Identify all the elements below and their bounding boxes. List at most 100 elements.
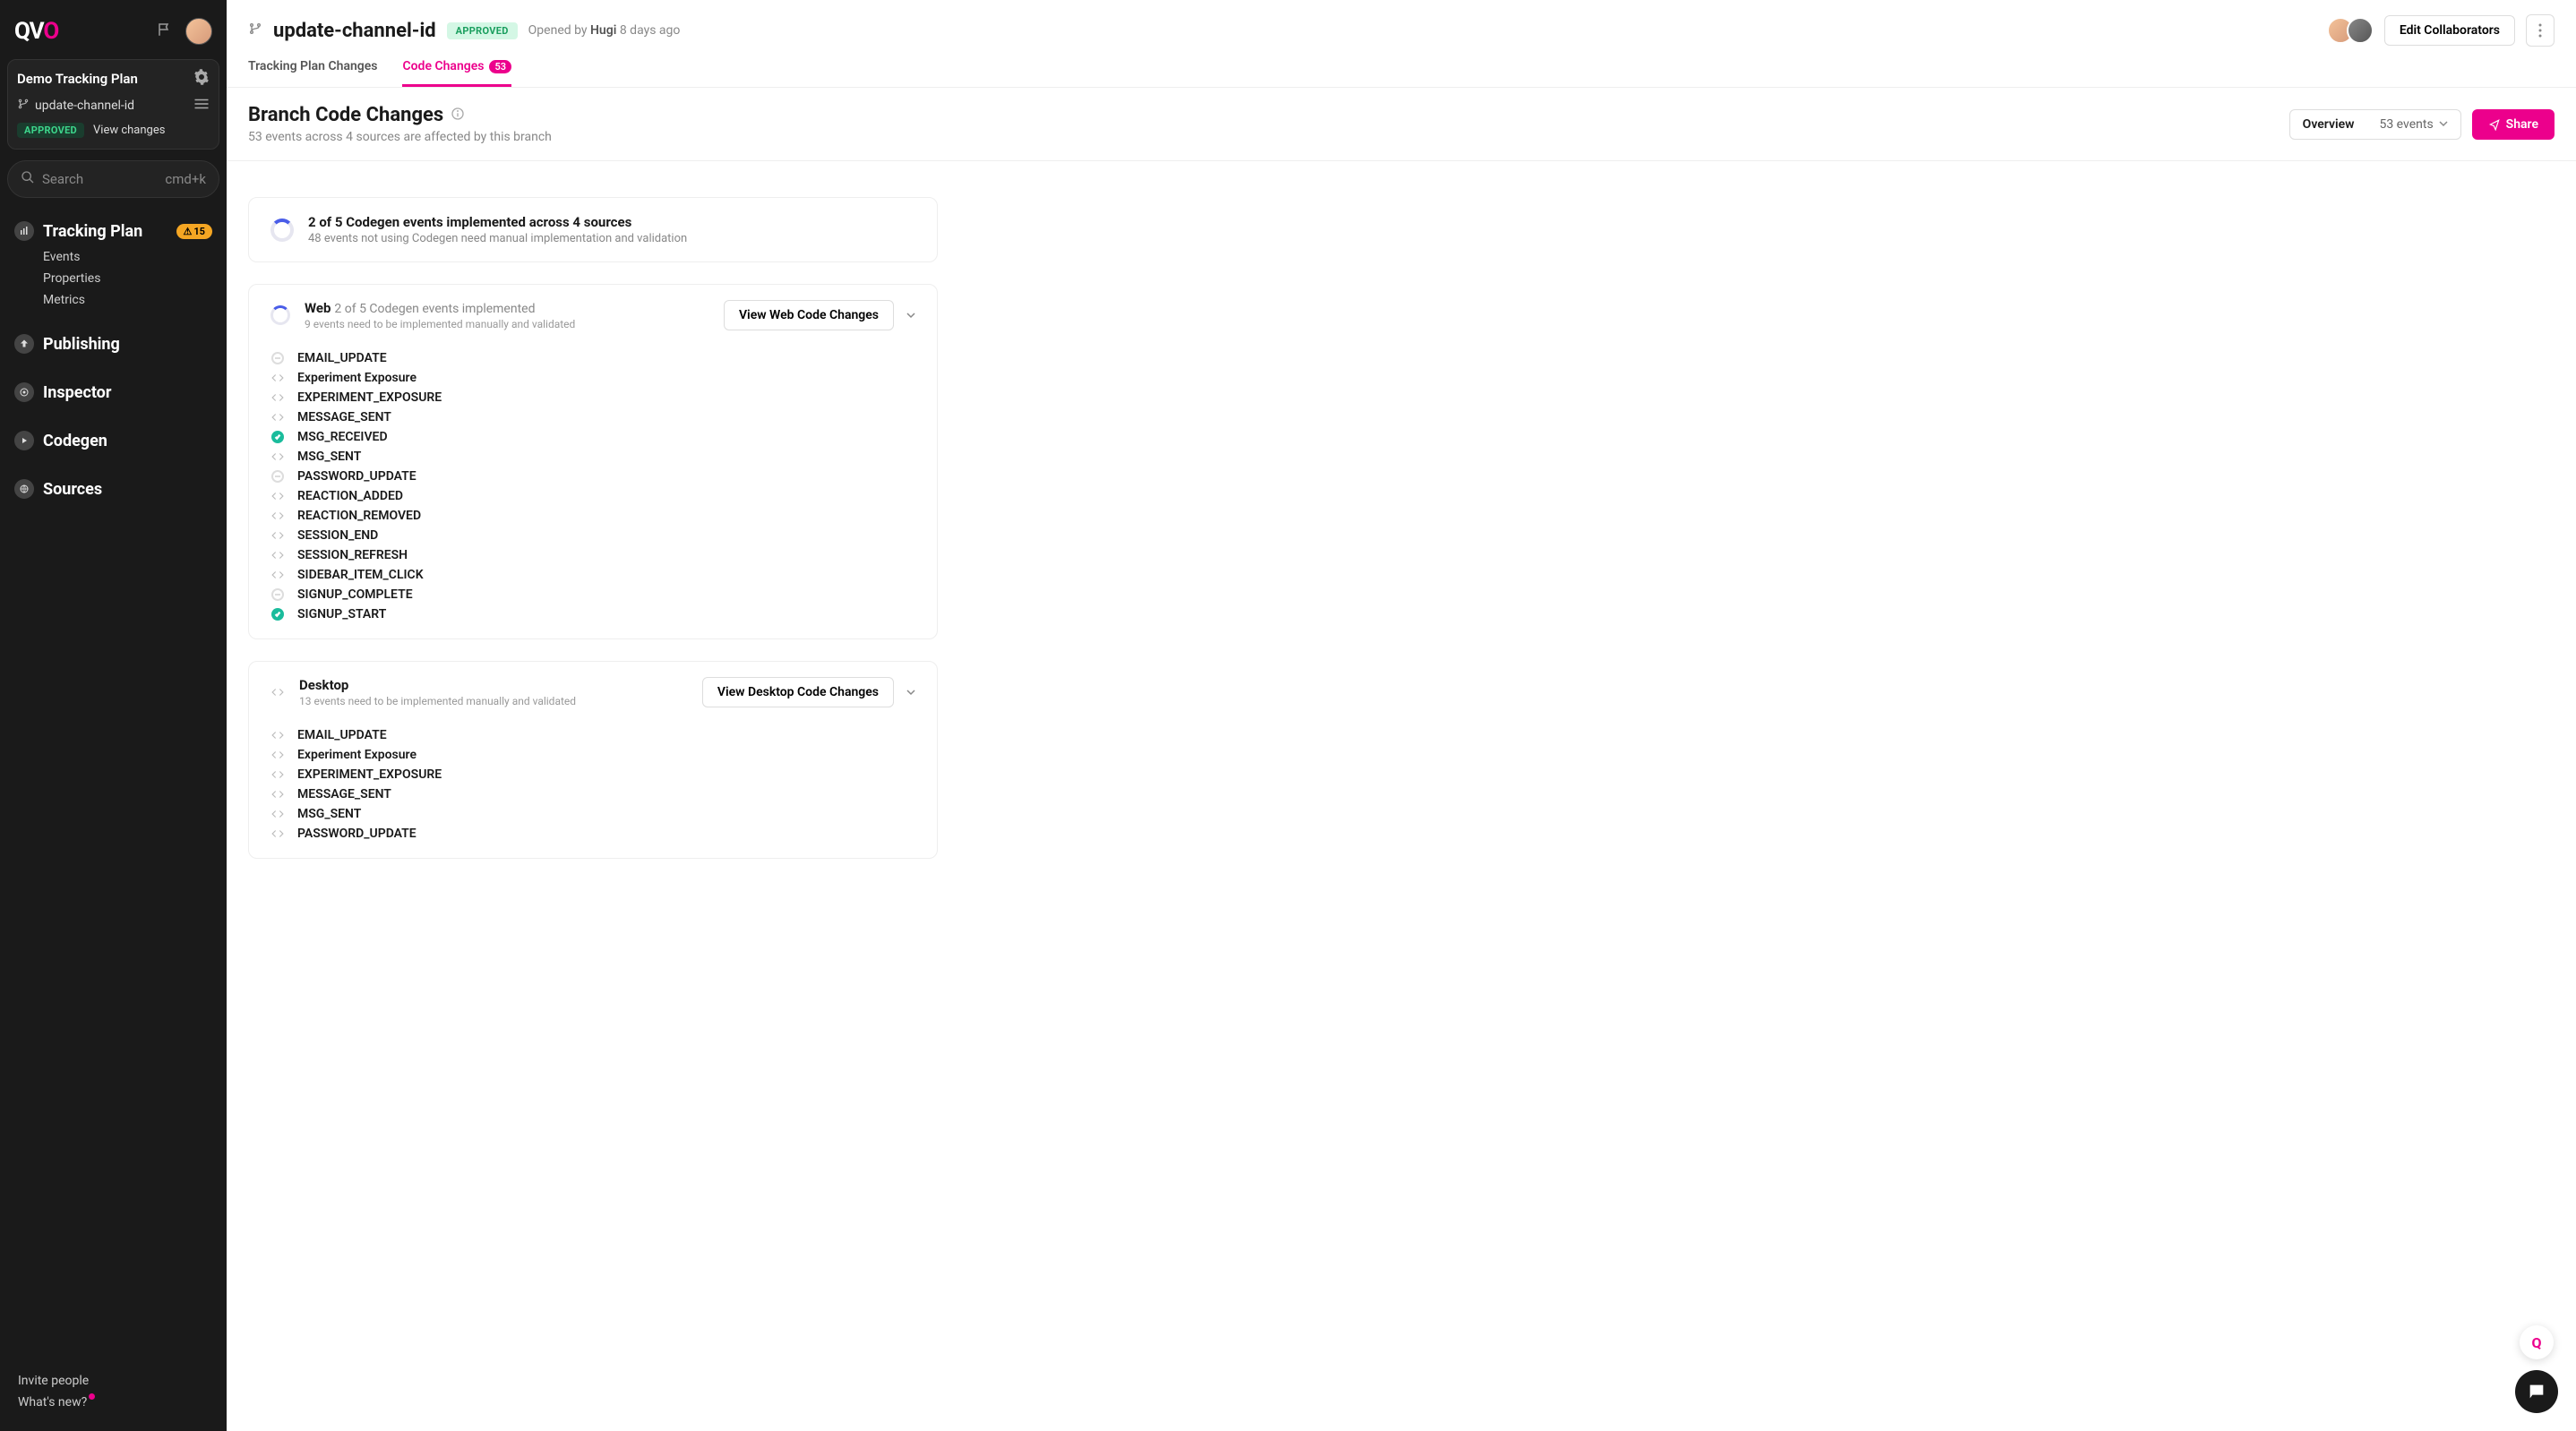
view-selector[interactable]: Overview 53 events — [2289, 109, 2461, 140]
event-row[interactable]: EMAIL_UPDATE — [270, 725, 915, 745]
nav-metrics[interactable]: Metrics — [43, 289, 212, 311]
whats-new-link[interactable]: What's new? — [18, 1392, 209, 1413]
event-row[interactable]: REACTION_ADDED — [270, 486, 915, 506]
code-icon — [270, 827, 285, 841]
status-badge: APPROVED — [17, 123, 84, 138]
event-row[interactable]: PASSWORD_UPDATE — [270, 824, 915, 844]
event-row[interactable]: MESSAGE_SENT — [270, 407, 915, 427]
section-subtitle: 53 events across 4 sources are affected … — [248, 130, 552, 144]
source-meta: 2 of 5 Codegen events implemented — [334, 302, 535, 316]
notification-dot — [89, 1393, 95, 1400]
event-name: SESSION_END — [297, 528, 378, 543]
view-source-changes-button[interactable]: View Desktop Code Changes — [702, 677, 894, 707]
opened-by: Opened by Hugi 8 days ago — [528, 23, 681, 38]
view-changes-link[interactable]: View changes — [93, 124, 165, 137]
dash-icon — [270, 469, 285, 484]
inspector-icon — [14, 382, 34, 402]
branch-icon — [248, 21, 262, 39]
summary-title: 2 of 5 Codegen events implemented across… — [308, 214, 687, 230]
event-row[interactable]: SESSION_END — [270, 526, 915, 545]
check-icon — [270, 607, 285, 621]
tab-tracking-plan-changes[interactable]: Tracking Plan Changes — [248, 59, 377, 87]
event-row[interactable]: Experiment Exposure — [270, 368, 915, 388]
sidebar: QVO Demo Tracking Plan update-channel-id… — [0, 0, 227, 1431]
event-name: MSG_RECEIVED — [297, 430, 388, 444]
source-name: Desktop — [299, 677, 348, 693]
event-row[interactable]: Experiment Exposure — [270, 745, 915, 765]
flag-icon[interactable] — [157, 21, 173, 41]
code-icon — [270, 450, 285, 464]
sources-icon — [14, 479, 34, 499]
codegen-icon — [14, 431, 34, 450]
event-row[interactable]: SIGNUP_COMPLETE — [270, 585, 915, 604]
event-row[interactable]: MSG_RECEIVED — [270, 427, 915, 447]
event-row[interactable]: MESSAGE_SENT — [270, 784, 915, 804]
nav-tracking-plan[interactable]: Tracking Plan ⚠ 15 — [14, 216, 212, 246]
search-input[interactable]: Search cmd+k — [7, 160, 219, 198]
collaborator-avatars[interactable] — [2334, 17, 2374, 44]
more-menu-button[interactable] — [2526, 14, 2555, 47]
event-name: SESSION_REFRESH — [297, 548, 408, 562]
search-placeholder: Search — [42, 171, 83, 187]
code-icon — [270, 807, 285, 821]
event-name: REACTION_ADDED — [297, 489, 403, 503]
search-shortcut: cmd+k — [165, 171, 206, 187]
event-name: EMAIL_UPDATE — [297, 728, 387, 742]
dash-icon — [270, 587, 285, 602]
code-icon — [270, 410, 285, 424]
user-avatar[interactable] — [185, 18, 212, 45]
event-row[interactable]: MSG_SENT — [270, 804, 915, 824]
event-row[interactable]: REACTION_REMOVED — [270, 506, 915, 526]
source-name: Web — [305, 300, 331, 316]
nav-codegen[interactable]: Codegen — [14, 425, 212, 456]
code-icon — [270, 371, 285, 385]
tab-badge: 53 — [489, 60, 511, 73]
progress-spinner — [270, 219, 294, 242]
app-logo[interactable]: QVO — [14, 18, 58, 45]
source-sub: 9 events need to be implemented manually… — [305, 318, 575, 330]
event-name: SIGNUP_COMPLETE — [297, 587, 413, 602]
app-badge-fab[interactable]: Q — [2520, 1325, 2554, 1359]
source-card: Desktop 13 events need to be implemented… — [248, 661, 938, 859]
nav-properties[interactable]: Properties — [43, 268, 212, 289]
event-row[interactable]: PASSWORD_UPDATE — [270, 467, 915, 486]
chevron-down-icon[interactable] — [906, 306, 915, 323]
nav-publishing[interactable]: Publishing — [14, 329, 212, 359]
invite-people-link[interactable]: Invite people — [18, 1370, 209, 1392]
event-name: Experiment Exposure — [297, 371, 416, 385]
chat-fab[interactable] — [2515, 1370, 2558, 1413]
gear-icon[interactable] — [193, 69, 210, 89]
event-name: EXPERIMENT_EXPOSURE — [297, 767, 442, 782]
event-row[interactable]: SIGNUP_START — [270, 604, 915, 624]
tracking-plan-icon — [14, 221, 34, 241]
nav-events[interactable]: Events — [43, 246, 212, 268]
code-icon — [270, 489, 285, 503]
event-row[interactable]: MSG_SENT — [270, 447, 915, 467]
branch-name[interactable]: update-channel-id — [35, 99, 134, 113]
event-name: MESSAGE_SENT — [297, 787, 391, 801]
event-row[interactable]: SIDEBAR_ITEM_CLICK — [270, 565, 915, 585]
code-icon — [270, 548, 285, 562]
edit-collaborators-button[interactable]: Edit Collaborators — [2384, 15, 2515, 46]
event-row[interactable]: EXPERIMENT_EXPOSURE — [270, 765, 915, 784]
view-source-changes-button[interactable]: View Web Code Changes — [724, 300, 894, 330]
chevron-down-icon[interactable] — [906, 683, 915, 700]
section-title: Branch Code Changes — [248, 104, 443, 126]
event-name: SIDEBAR_ITEM_CLICK — [297, 568, 424, 582]
event-name: PASSWORD_UPDATE — [297, 827, 416, 841]
code-icon — [270, 390, 285, 405]
event-row[interactable]: SESSION_REFRESH — [270, 545, 915, 565]
share-button[interactable]: Share — [2472, 109, 2555, 140]
branch-menu-icon[interactable] — [193, 98, 210, 114]
nav-sources[interactable]: Sources — [14, 474, 212, 504]
summary-card: 2 of 5 Codegen events implemented across… — [248, 197, 938, 262]
info-icon[interactable] — [451, 104, 465, 126]
tracking-plan-badge: ⚠ 15 — [176, 224, 213, 239]
event-row[interactable]: EMAIL_UPDATE — [270, 348, 915, 368]
tab-code-changes[interactable]: Code Changes 53 — [402, 59, 511, 87]
event-name: MESSAGE_SENT — [297, 410, 391, 424]
event-row[interactable]: EXPERIMENT_EXPOSURE — [270, 388, 915, 407]
code-icon — [270, 787, 285, 801]
nav-inspector[interactable]: Inspector — [14, 377, 212, 407]
plan-name[interactable]: Demo Tracking Plan — [17, 71, 138, 87]
